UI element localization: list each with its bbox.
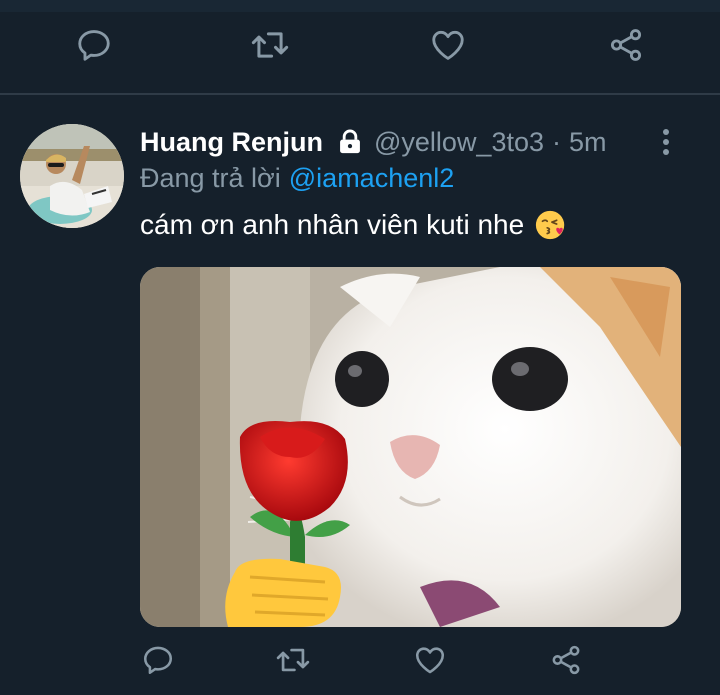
retweet-button[interactable] [272,640,314,680]
like-button[interactable] [410,640,450,680]
tweet-text: cám ơn anh nhân viên kuti nhe [140,205,568,245]
separator-dot: · [552,126,562,157]
retweet-button[interactable] [247,23,293,67]
reply-button[interactable] [138,640,178,680]
reply-icon [78,30,110,61]
user-handle[interactable]: @yellow_3to3 [374,127,544,158]
share-button[interactable] [546,640,586,680]
like-icon [432,30,464,60]
avatar[interactable] [20,124,124,228]
display-name[interactable]: Huang Renjun [140,127,323,158]
tweet-text-content: cám ơn anh nhân viên kuti nhe [140,209,525,240]
share-icon [552,645,580,675]
cat-holding-rose-image [140,267,681,627]
tweet-header: Huang Renjun @yellow_3to3 · 5m [140,124,607,160]
like-icon [415,647,445,674]
lock-icon [336,128,364,156]
replying-to: Đang trả lời @iamachenl2 [140,160,454,196]
reply-button[interactable] [72,23,116,67]
tweet-media-image[interactable] [140,267,681,627]
timestamp[interactable]: 5m [569,127,607,158]
avatar-photo [20,124,124,228]
retweet-icon [251,32,289,58]
tweet-action-bar [0,632,720,692]
more-options-button[interactable] [662,128,670,156]
more-vertical-icon [663,129,669,155]
previous-tweet-edge [0,0,720,12]
reply-mention-link[interactable]: @iamachenl2 [289,163,455,194]
share-button[interactable] [604,23,648,67]
share-icon [610,29,642,61]
retweet-icon [276,648,310,672]
tweet-divider [0,93,720,95]
like-button[interactable] [426,23,470,67]
reply-icon [143,646,173,675]
kiss-emoji-icon [534,208,568,242]
replying-to-label: Đang trả lời [140,162,281,193]
previous-tweet-action-bar [0,15,720,75]
